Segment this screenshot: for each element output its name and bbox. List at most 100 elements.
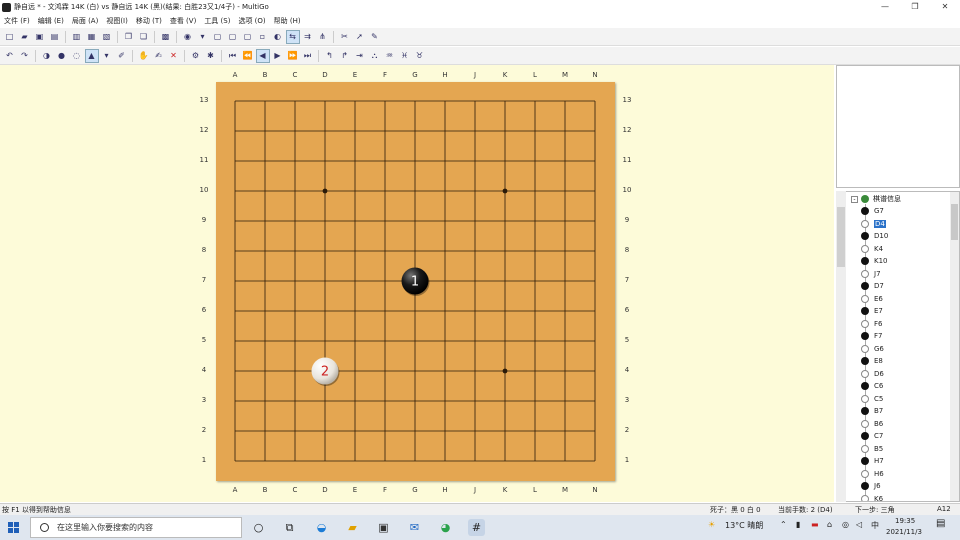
dropdown-arrow-icon[interactable]: ▾	[197, 31, 209, 43]
export-icon[interactable]: ▧	[101, 31, 113, 43]
tree-move-node[interactable]: F6	[861, 318, 882, 330]
close-button[interactable]: ✕	[930, 0, 960, 14]
chat-app-icon[interactable]: ◕	[437, 519, 454, 536]
go-board[interactable]: 12	[216, 82, 615, 481]
board-window-icon[interactable]: ▢	[227, 31, 239, 43]
start-button[interactable]	[8, 522, 19, 533]
tree-move-node[interactable]: E6	[861, 293, 883, 305]
menu-position[interactable]: 局面 (A)	[68, 16, 102, 26]
minimize-button[interactable]: —	[870, 0, 900, 14]
cortana-icon[interactable]: ○	[250, 519, 267, 536]
view-mode-icon[interactable]: ◉	[182, 31, 194, 43]
scrollbar-thumb[interactable]	[951, 204, 958, 240]
tree-move-node[interactable]: E8	[861, 355, 883, 367]
tree-move-node[interactable]: H7	[861, 455, 884, 467]
print-icon[interactable]: ▥	[71, 31, 83, 43]
tree-move-node[interactable]: B7	[861, 405, 883, 417]
clock-time[interactable]: 19:35	[895, 517, 915, 525]
tree-move-node[interactable]: C6	[861, 380, 883, 392]
search-prev-icon[interactable]: ♉	[414, 50, 426, 62]
prev-variation-icon[interactable]: ↰	[324, 50, 336, 62]
black-stone-icon[interactable]: ●	[56, 50, 68, 62]
menu-options[interactable]: 选项 (O)	[234, 16, 269, 26]
board-empty-icon[interactable]: ▫	[257, 31, 269, 43]
back-one-icon[interactable]: ◀	[255, 48, 270, 63]
find-move-icon[interactable]: ⛬	[369, 50, 381, 62]
comment-icon[interactable]: ✍	[153, 50, 165, 62]
tree-move-node[interactable]: C5	[861, 393, 883, 405]
paste-icon[interactable]: ❏	[138, 31, 150, 43]
board-grid[interactable]: 12	[216, 82, 615, 481]
tree-move-node[interactable]: D4	[861, 218, 886, 230]
print-preview-icon[interactable]: ▦	[86, 31, 98, 43]
hand-icon[interactable]: ✋	[138, 50, 150, 62]
new-file-icon[interactable]: □	[4, 31, 16, 43]
alternate-stones-icon[interactable]: ◑	[41, 50, 53, 62]
tree-move-node[interactable]: K4	[861, 243, 883, 255]
tree-move-node[interactable]: B5	[861, 443, 883, 455]
menu-view[interactable]: 视图(I)	[102, 16, 132, 26]
board-blank-icon[interactable]: ▢	[242, 31, 254, 43]
left-scrollbar[interactable]	[836, 191, 846, 502]
maximize-button[interactable]: ❐	[900, 0, 930, 14]
triangle-mark-icon[interactable]: ▲	[84, 48, 99, 63]
redo-icon[interactable]: ↷	[19, 50, 31, 62]
tree-root[interactable]: - 棋谱信息	[851, 194, 901, 204]
clock-date[interactable]: 2021/11/3	[886, 528, 922, 536]
wifi-icon[interactable]: ◎	[842, 520, 849, 529]
label-icon[interactable]: ✐	[116, 50, 128, 62]
menu-tools[interactable]: 工具 (S)	[200, 16, 234, 26]
mark-dropdown-icon[interactable]: ▾	[101, 50, 113, 62]
save-as-icon[interactable]: ▤	[49, 31, 61, 43]
app-tray-icon[interactable]: ▬	[811, 520, 819, 529]
mail-icon[interactable]: ✉	[406, 519, 423, 536]
analyze-icon[interactable]: ⚙	[190, 50, 202, 62]
tree-scrollbar[interactable]	[950, 192, 959, 501]
network-icon[interactable]: ⌂	[827, 520, 832, 529]
variation-icon[interactable]: ⇉	[302, 31, 314, 43]
undo-icon[interactable]: ↶	[4, 50, 16, 62]
go-last-icon[interactable]: ⏭	[302, 50, 314, 62]
tree-icon[interactable]: ⋔	[317, 31, 329, 43]
menu-file[interactable]: 文件 (F)	[0, 16, 34, 26]
multigo-taskbar-icon[interactable]: #	[468, 519, 485, 536]
edge-browser-icon[interactable]: ◒	[313, 519, 330, 536]
menu-look[interactable]: 查看 (V)	[166, 16, 200, 26]
weather-text[interactable]: 13°C 晴朗	[725, 520, 763, 531]
game-info-icon[interactable]: ▩	[160, 31, 172, 43]
tree-move-node[interactable]: D7	[861, 280, 884, 292]
tray-expand-icon[interactable]: ⌃	[780, 520, 787, 529]
collapse-icon[interactable]: -	[851, 195, 858, 203]
open-folder-icon[interactable]: ▰	[19, 31, 31, 43]
tree-move-node[interactable]: G6	[861, 343, 884, 355]
tree-move-node[interactable]: B6	[861, 418, 883, 430]
microphone-icon[interactable]: ▮	[796, 520, 800, 529]
save-icon[interactable]: ▣	[34, 31, 46, 43]
tree-move-node[interactable]: D6	[861, 368, 884, 380]
task-view-icon[interactable]: ⧉	[281, 519, 298, 536]
file-explorer-icon[interactable]: ▰	[344, 519, 361, 536]
tree-move-node[interactable]: K6	[861, 493, 883, 501]
tree-move-node[interactable]: C7	[861, 430, 883, 442]
next-variation-icon[interactable]: ↱	[339, 50, 351, 62]
delete-icon[interactable]: ✕	[168, 50, 180, 62]
taskbar-search[interactable]: 在这里输入你要搜索的内容	[30, 517, 242, 538]
store-icon[interactable]: ▣	[375, 519, 392, 536]
forward-ten-icon[interactable]: ⏩	[287, 50, 299, 62]
menu-help[interactable]: 帮助 (H)	[270, 16, 305, 26]
pen-icon[interactable]: ✎	[369, 31, 381, 43]
help-pointer-icon[interactable]: ➚	[354, 31, 366, 43]
volume-icon[interactable]: ◁	[856, 520, 862, 529]
copy-icon[interactable]: ❐	[123, 31, 135, 43]
forward-one-icon[interactable]: ▶	[272, 50, 284, 62]
tree-move-node[interactable]: E7	[861, 305, 883, 317]
board-frame-icon[interactable]: ▢	[212, 31, 224, 43]
tree-move-node[interactable]: G7	[861, 205, 884, 217]
white-stone-icon[interactable]: ◌	[71, 50, 83, 62]
tools-icon[interactable]: ✂	[339, 31, 351, 43]
notification-icon[interactable]: ▤	[936, 518, 945, 529]
menu-edit[interactable]: 编辑 (E)	[34, 16, 68, 26]
search-pattern-icon[interactable]: ♒	[384, 50, 396, 62]
menu-move[interactable]: 移动 (T)	[132, 16, 166, 26]
tree-move-node[interactable]: K10	[861, 255, 888, 267]
